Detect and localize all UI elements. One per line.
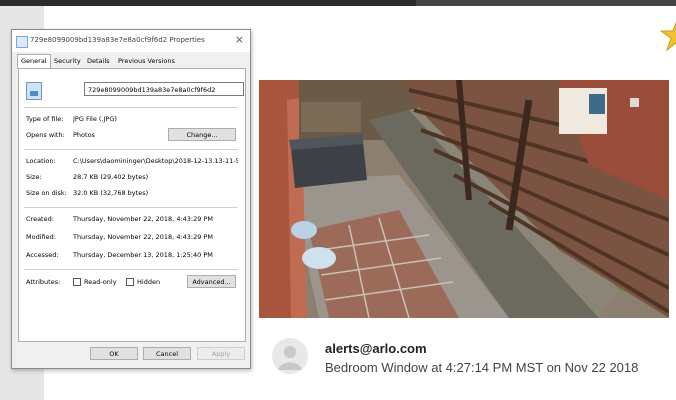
ok-button[interactable]: OK	[90, 347, 138, 360]
opens-with-value: Photos	[73, 131, 95, 139]
read-only-label: Read-only	[84, 278, 117, 286]
size-on-disk-label: Size on disk:	[26, 189, 67, 197]
file-name-field[interactable]: 729e8099009bd139a83e7e8a0cf9f6d2	[84, 82, 244, 96]
tab-security[interactable]: Security	[51, 55, 84, 68]
created-label: Created:	[26, 215, 54, 223]
person-icon	[278, 346, 302, 370]
email-subject: Bedroom Window at 4:27:14 PM MST on Nov …	[325, 360, 639, 375]
size-label: Size:	[26, 173, 42, 181]
tab-general[interactable]: General	[17, 54, 51, 69]
change-button[interactable]: Change...	[168, 128, 236, 141]
size-value: 28.7 KB (29,402 bytes)	[73, 173, 149, 181]
read-only-checkbox[interactable]	[73, 278, 81, 286]
dialog-title: 729e8099009bd139a83e7e8a0cf9f6d2 Propert…	[30, 36, 205, 44]
opens-with-label: Opens with:	[26, 131, 65, 139]
image-file-icon	[26, 82, 42, 100]
divider	[24, 107, 238, 108]
divider	[24, 269, 238, 270]
file-icon	[16, 36, 28, 48]
hidden-label: Hidden	[137, 278, 161, 286]
size-on-disk-value: 32.0 KB (32,768 bytes)	[73, 189, 149, 197]
location-value: C:\Users\daomininger\Desktop\2018-12-13.…	[73, 157, 238, 165]
apply-button[interactable]: Apply	[197, 347, 245, 360]
sender-avatar	[272, 338, 308, 374]
close-icon[interactable]: ×	[235, 33, 244, 46]
attributes-label: Attributes:	[26, 278, 61, 286]
divider	[24, 207, 238, 208]
type-label: Type of file:	[26, 115, 64, 123]
cancel-button[interactable]: Cancel	[143, 347, 191, 360]
general-tab-panel	[18, 68, 246, 342]
created-value: Thursday, November 22, 2018, 4:43:29 PM	[73, 215, 213, 223]
divider	[24, 149, 238, 150]
accessed-label: Accessed:	[26, 251, 59, 259]
file-properties-dialog: 729e8099009bd139a83e7e8a0cf9f6d2 Propert…	[11, 29, 251, 369]
top-bar-right	[416, 0, 676, 6]
dialog-titlebar[interactable]: 729e8099009bd139a83e7e8a0cf9f6d2 Propert…	[12, 30, 250, 52]
star-icon[interactable]	[660, 18, 676, 52]
accessed-value: Thursday, December 13, 2018, 1:25:40 PM	[73, 251, 213, 259]
advanced-button[interactable]: Advanced...	[187, 275, 236, 288]
modified-value: Thursday, November 22, 2018, 4:43:29 PM	[73, 233, 213, 241]
sender-email: alerts@arlo.com	[325, 341, 427, 356]
hidden-checkbox[interactable]	[126, 278, 134, 286]
modified-label: Modified:	[26, 233, 56, 241]
type-value: JPG File (.JPG)	[73, 115, 117, 123]
tab-details[interactable]: Details	[84, 55, 113, 68]
camera-snapshot-image	[259, 80, 669, 318]
location-label: Location:	[26, 157, 56, 165]
tab-previous-versions[interactable]: Previous Versions	[115, 55, 178, 68]
